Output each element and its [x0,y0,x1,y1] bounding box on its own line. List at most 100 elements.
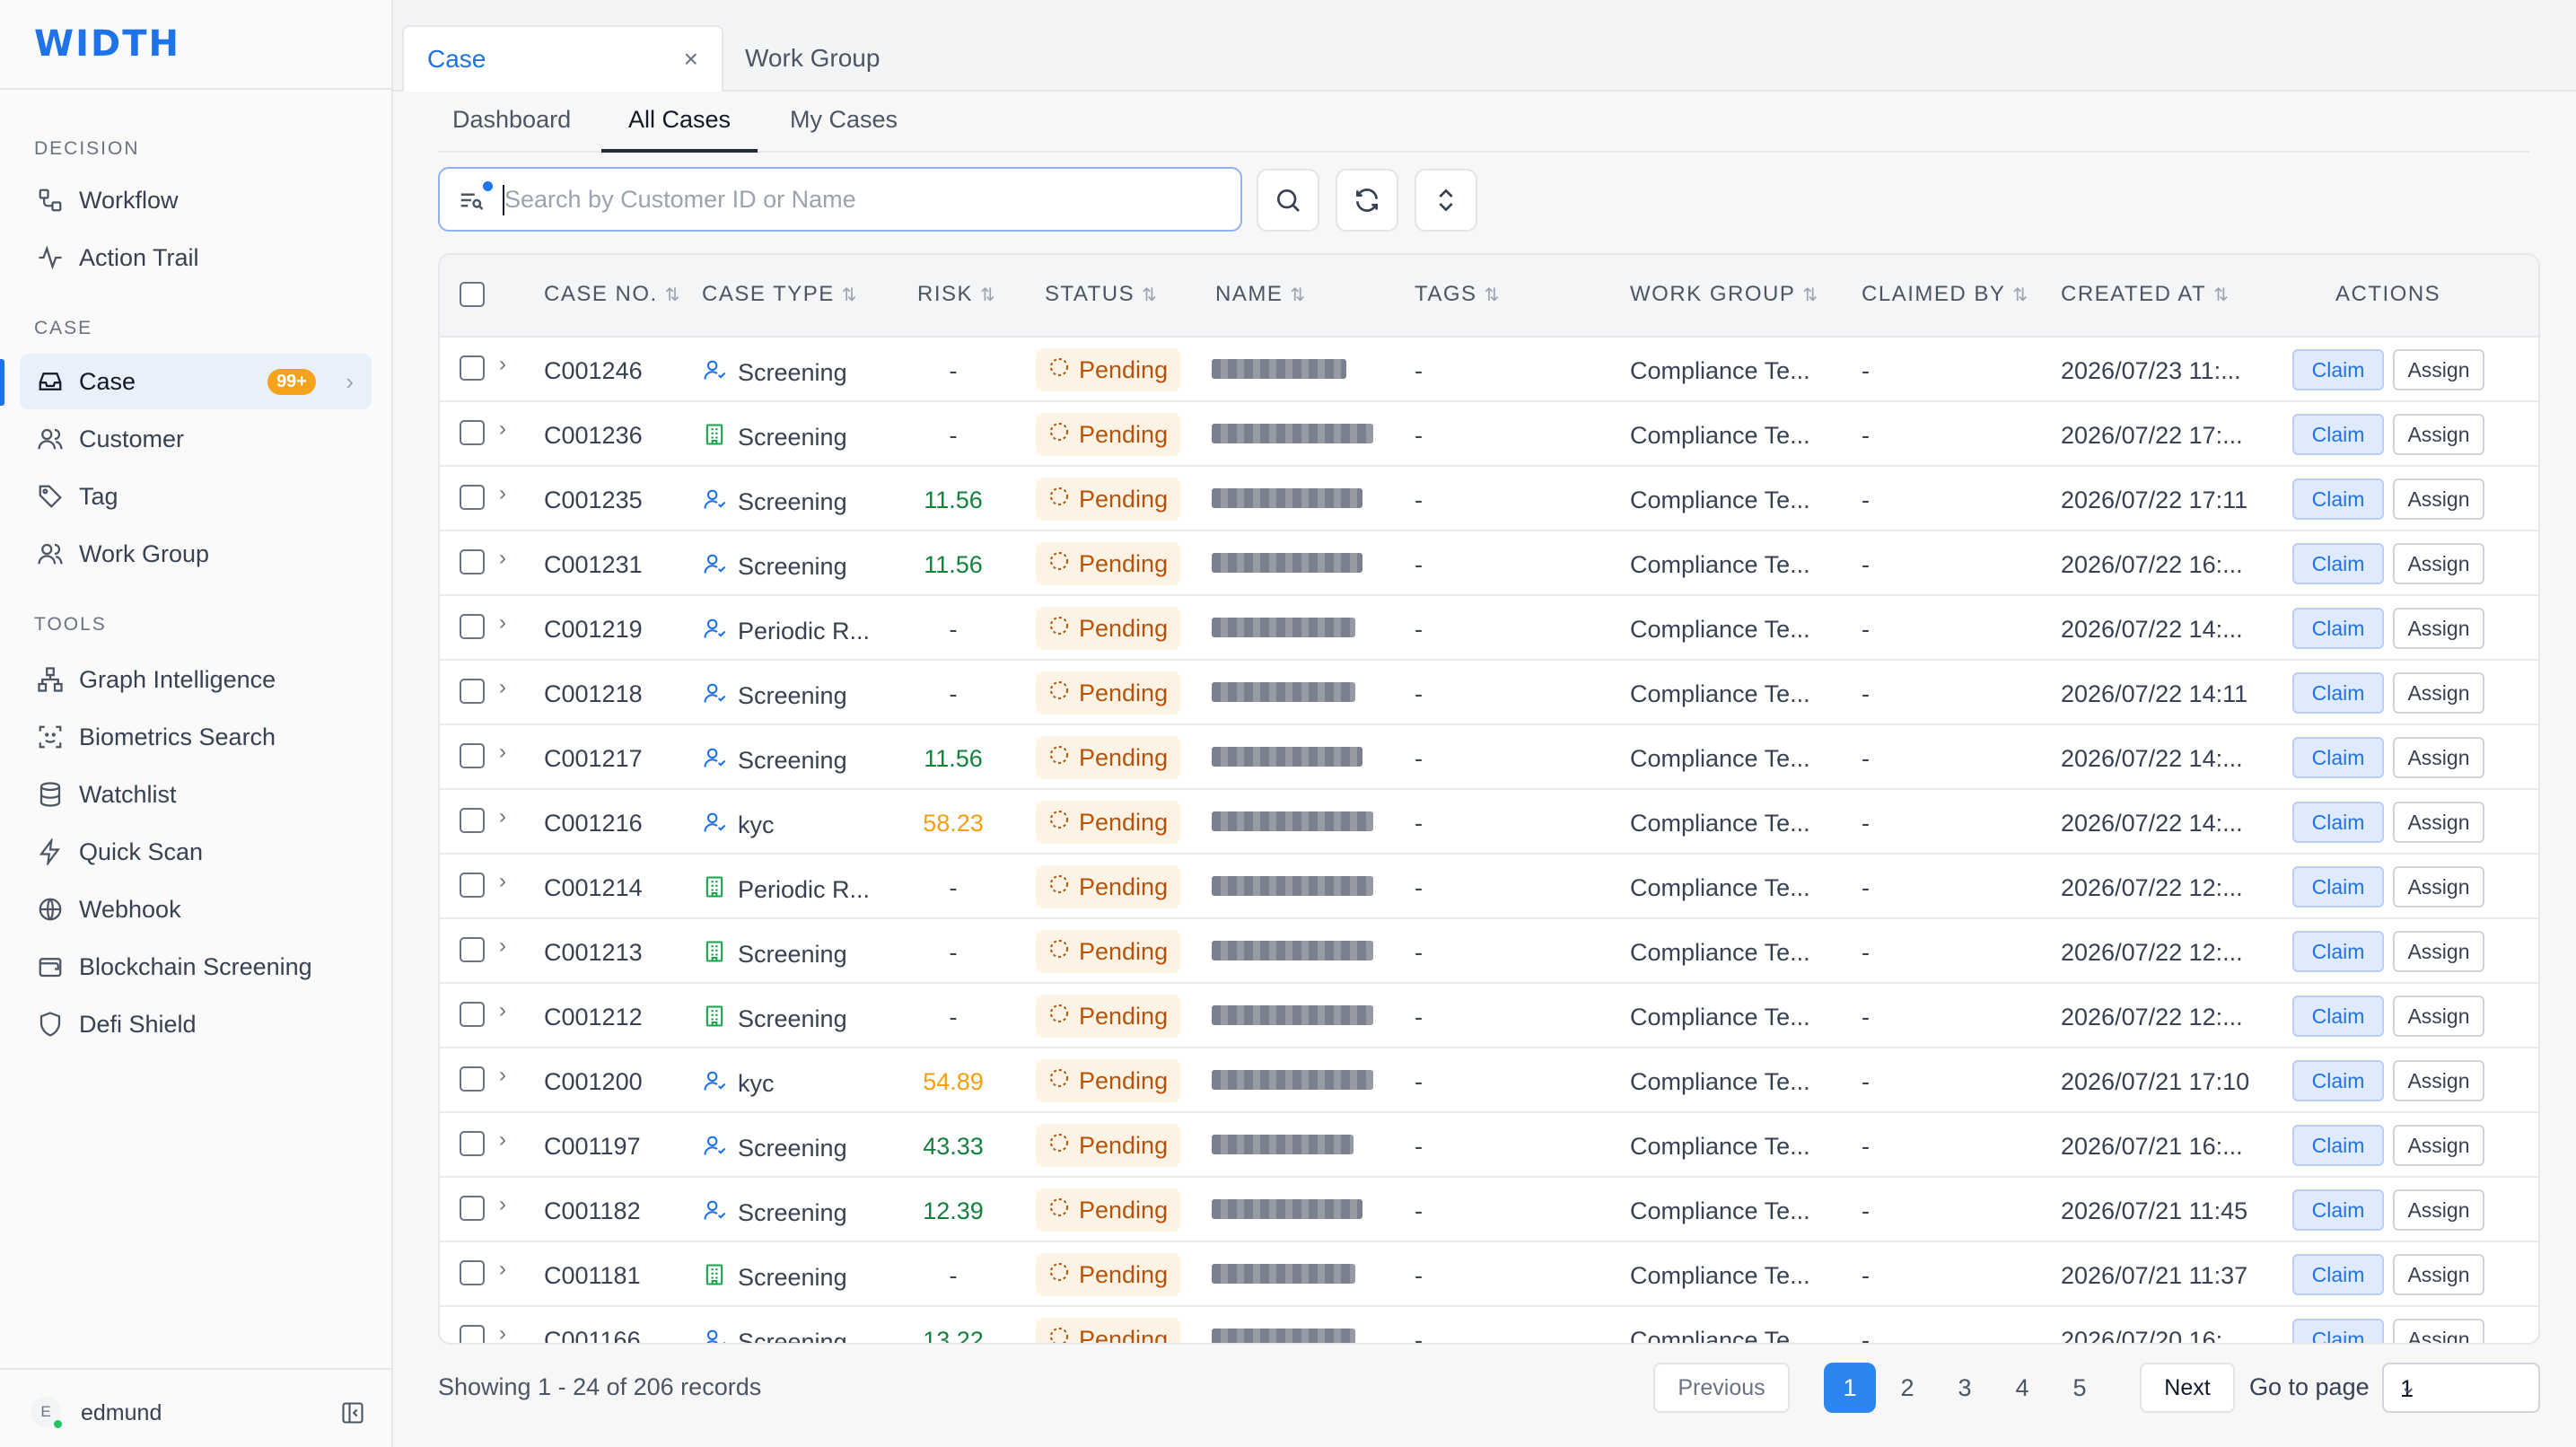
assign-button[interactable]: Assign [2393,349,2484,390]
tab-work-group[interactable]: Work Group [745,25,880,92]
subtab-dashboard[interactable]: Dashboard [452,106,571,153]
row-checkbox[interactable] [460,873,485,898]
chevron-right-icon[interactable]: › [499,352,506,377]
table-row[interactable]: › C001197 Screening 43.33 Pending - Compliance… [440,1113,2538,1178]
goto-page-select[interactable]: 1 ⌄ [2382,1363,2540,1413]
row-checkbox[interactable] [460,743,485,768]
assign-button[interactable]: Assign [2393,802,2484,843]
assign-button[interactable]: Assign [2393,672,2484,714]
case-number[interactable]: C001200 [544,1068,643,1096]
sort-icon[interactable]: ⇅ [1142,285,1157,305]
subtab-my-cases[interactable]: My Cases [790,106,898,153]
assign-button[interactable]: Assign [2393,1254,2484,1295]
row-checkbox[interactable] [460,1325,485,1343]
sidebar-item-customer[interactable]: Customer [20,411,372,467]
assign-button[interactable]: Assign [2393,414,2484,455]
claim-button[interactable]: Claim [2292,866,2384,908]
col-header-created-at[interactable]: CREATED AT ⇅ [2061,282,2229,307]
case-number[interactable]: C001235 [544,487,643,514]
col-header-case-no[interactable]: CASE NO. ⇅ [544,282,679,307]
assign-button[interactable]: Assign [2393,543,2484,584]
case-number[interactable]: C001231 [544,551,643,579]
sort-icon[interactable]: ⇅ [665,285,680,305]
chevron-right-icon[interactable]: › [499,546,506,571]
sort-icon[interactable]: ⇅ [1290,285,1305,305]
row-checkbox[interactable] [460,1260,485,1285]
chevron-right-icon[interactable]: › [499,804,506,829]
search-input[interactable] [504,181,1222,217]
page-1-button[interactable]: 1 [1824,1363,1876,1413]
page-3-button[interactable]: 3 [1939,1363,1991,1413]
table-row[interactable]: › C001214 Periodic R... - Pending - Compliance… [440,855,2538,919]
assign-button[interactable]: Assign [2393,866,2484,908]
sidebar-item-biometrics-search[interactable]: Biometrics Search [20,709,372,765]
table-row[interactable]: › C001218 Screening - Pending - Compliance Te.… [440,661,2538,725]
assign-button[interactable]: Assign [2393,1060,2484,1101]
col-header-name[interactable]: NAME ⇅ [1215,282,1305,307]
table-row[interactable]: › C001212 Screening - Pending - Compliance Te.… [440,984,2538,1048]
table-row[interactable]: › C001231 Screening 11.56 Pending - Compliance… [440,531,2538,596]
sort-icon[interactable]: ⇅ [1802,285,1818,305]
assign-button[interactable]: Assign [2393,737,2484,778]
claim-button[interactable]: Claim [2292,995,2384,1037]
row-checkbox[interactable] [460,614,485,639]
table-row[interactable]: › C001213 Screening - Pending - Compliance Te.… [440,919,2538,984]
case-number[interactable]: C001214 [544,874,643,902]
sort-icon[interactable]: ⇅ [1485,285,1500,305]
select-all-checkbox[interactable] [460,282,485,307]
sidebar-item-quick-scan[interactable]: Quick Scan [20,824,372,880]
sidebar-item-graph-intelligence[interactable]: Graph Intelligence [20,652,372,707]
claim-button[interactable]: Claim [2292,349,2384,390]
row-checkbox[interactable] [460,1131,485,1156]
table-row[interactable]: › C001200 kyc 54.89 Pending - Compliance Te...… [440,1048,2538,1113]
assign-button[interactable]: Assign [2393,1189,2484,1231]
row-checkbox[interactable] [460,485,485,510]
claim-button[interactable]: Claim [2292,1060,2384,1101]
chevron-right-icon[interactable]: › [499,610,506,636]
collapse-sidebar-icon[interactable] [339,1400,366,1425]
chevron-right-icon[interactable]: › [499,740,506,765]
assign-button[interactable]: Assign [2393,1319,2484,1343]
case-number[interactable]: C001197 [544,1133,641,1161]
chevron-right-icon[interactable]: › [499,481,506,506]
sidebar-item-webhook[interactable]: Webhook [20,881,372,937]
row-checkbox[interactable] [460,1066,485,1092]
table-row[interactable]: › C001181 Screening - Pending - Compliance Te.… [440,1242,2538,1307]
case-number[interactable]: C001182 [544,1197,641,1225]
row-checkbox[interactable] [460,1002,485,1027]
table-row[interactable]: › C001236 Screening - Pending - Compliance Te.… [440,402,2538,467]
chevron-right-icon[interactable]: › [499,675,506,700]
claim-button[interactable]: Claim [2292,931,2384,972]
subtab-all-cases[interactable]: All Cases [601,106,758,153]
app-logo[interactable]: WIDTH [34,23,180,65]
table-row[interactable]: › C001166 Screening 13.22 Pending - Compliance… [440,1307,2538,1343]
col-header-tags[interactable]: TAGS ⇅ [1415,282,1499,307]
col-header-case-type[interactable]: CASE TYPE ⇅ [702,282,857,307]
next-page-button[interactable]: Next [2140,1363,2235,1413]
claim-button[interactable]: Claim [2292,478,2384,520]
case-number[interactable]: C001236 [544,422,643,450]
sort-icon[interactable]: ⇅ [2213,285,2229,305]
case-number[interactable]: C001212 [544,1004,643,1031]
assign-button[interactable]: Assign [2393,608,2484,649]
table-row[interactable]: › C001219 Periodic R... - Pending - Compliance… [440,596,2538,661]
col-header-risk[interactable]: RISK ⇅ [917,282,995,307]
chevron-right-icon[interactable]: › [499,998,506,1023]
table-row[interactable]: › C001217 Screening 11.56 Pending - Compliance… [440,725,2538,790]
sidebar-item-blockchain-screening[interactable]: Blockchain Screening [20,939,372,995]
claim-button[interactable]: Claim [2292,543,2384,584]
row-checkbox[interactable] [460,355,485,381]
chevron-right-icon[interactable]: › [499,934,506,959]
claim-button[interactable]: Claim [2292,672,2384,714]
assign-button[interactable]: Assign [2393,1125,2484,1166]
case-number[interactable]: C001219 [544,616,643,644]
row-checkbox[interactable] [460,420,485,445]
chevron-right-icon[interactable]: › [346,368,354,396]
search-button[interactable] [1257,169,1319,232]
chevron-right-icon[interactable]: › [499,869,506,894]
table-row[interactable]: › C001235 Screening 11.56 Pending - Compliance… [440,467,2538,531]
case-number[interactable]: C001181 [544,1262,641,1290]
page-5-button[interactable]: 5 [2054,1363,2106,1413]
row-checkbox[interactable] [460,808,485,833]
assign-button[interactable]: Assign [2393,931,2484,972]
